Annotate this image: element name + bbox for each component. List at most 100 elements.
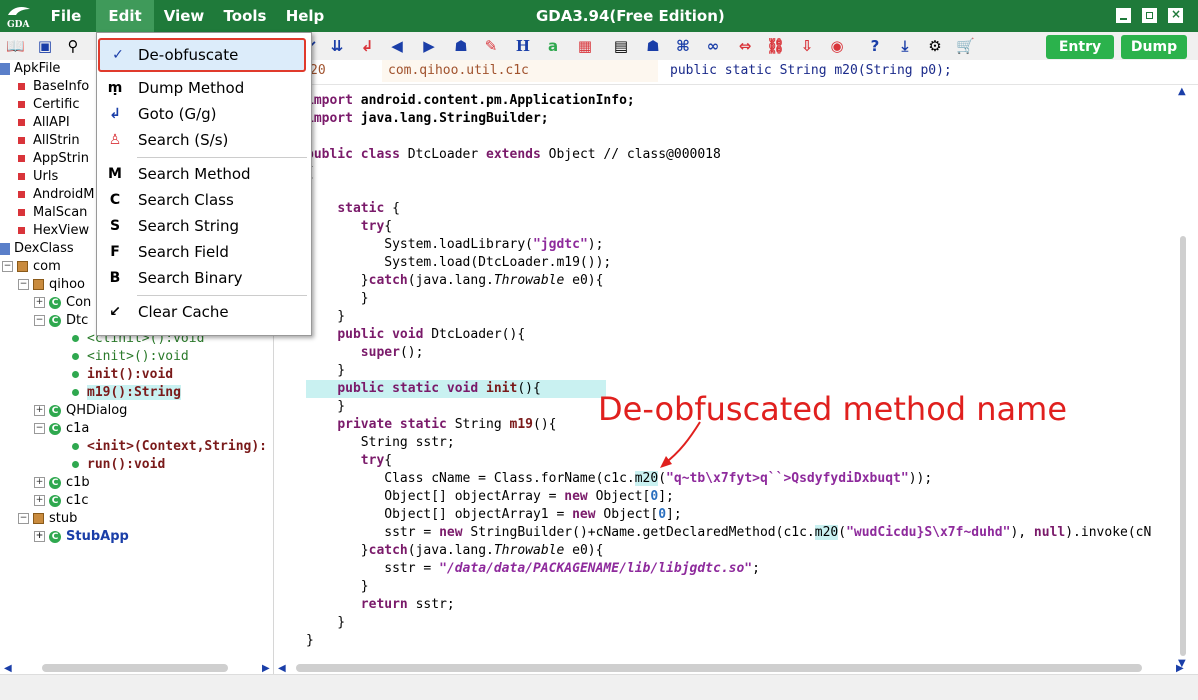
menu-item-deobfuscate[interactable]: ✓ De-obfuscate xyxy=(98,38,306,72)
code-line-highlighted: public static void init(){ xyxy=(306,380,606,398)
code-line: public class DtcLoader extends Object //… xyxy=(306,147,721,162)
book-icon[interactable]: 📖 xyxy=(6,37,25,55)
menu-item-search-field[interactable]: F Search Field xyxy=(97,240,309,264)
link-icon[interactable]: ∞ xyxy=(704,37,722,55)
code-editor[interactable]: 20 com.qihoo.util.c1c public static Stri… xyxy=(274,60,1198,674)
expand-icon[interactable]: + xyxy=(34,477,45,488)
tree-item-class[interactable]: − C Dtc xyxy=(34,312,88,330)
menu-item-search[interactable]: ♙ Search (S/s) xyxy=(97,128,309,152)
vertical-scrollbar[interactable]: ▲ ▼ xyxy=(1178,86,1188,672)
tree-horizontal-scroll-thumb[interactable] xyxy=(42,664,228,672)
menu-item-search-method[interactable]: M Search Method xyxy=(97,162,309,186)
tree-item-urls[interactable]: Urls xyxy=(18,168,58,186)
xref-icon[interactable]: ✎ xyxy=(482,37,500,55)
tree-item-stub[interactable]: − stub xyxy=(18,510,77,528)
android-icon[interactable]: ☗ xyxy=(452,37,470,55)
tree-scroll-left-icon[interactable]: ◀ xyxy=(4,663,12,675)
menu-file[interactable]: File xyxy=(38,0,94,32)
forward-icon[interactable]: ▶ xyxy=(420,37,438,55)
tree-item-hexview[interactable]: HexView xyxy=(18,222,89,240)
collapse-icon[interactable]: − xyxy=(18,513,29,524)
tree-item-com[interactable]: − com xyxy=(2,258,61,276)
tree-method-selected[interactable]: m19():String xyxy=(72,384,181,402)
tree-item-appstrings[interactable]: AppStrin xyxy=(18,150,89,168)
command-icon[interactable]: ⌘ xyxy=(674,37,692,55)
android-bot-icon[interactable]: ☗ xyxy=(644,37,662,55)
bullet-icon xyxy=(18,227,25,234)
tree-item-apkfile[interactable]: ApkFile xyxy=(0,60,60,78)
help-icon[interactable]: ? xyxy=(866,37,884,55)
expand-icon[interactable]: + xyxy=(34,531,45,542)
maximize-button[interactable] xyxy=(1142,8,1157,23)
menu-view[interactable]: View xyxy=(156,0,212,32)
tree-item-allapi[interactable]: AllAPI xyxy=(18,114,70,132)
menu-item-clear-cache[interactable]: ↙ Clear Cache xyxy=(97,300,309,324)
cart-icon[interactable]: 🛒 xyxy=(956,37,975,55)
window-title: GDA3.94(Free Edition) xyxy=(536,7,725,25)
menu-separator xyxy=(137,295,307,296)
save-icon[interactable]: ▣ xyxy=(36,37,54,55)
menu-edit[interactable]: Edit xyxy=(96,0,154,32)
menu-item-search-binary[interactable]: B Search Binary xyxy=(97,266,309,290)
string-icon[interactable]: a xyxy=(544,37,562,55)
menu-item-goto[interactable]: ↲ Goto (G/g) xyxy=(97,102,309,126)
tree-item-dexclass[interactable]: DexClass xyxy=(0,240,74,258)
goto-icon[interactable]: ↲ xyxy=(358,37,376,55)
collapse-icon[interactable]: − xyxy=(34,423,45,434)
header-index: 20 xyxy=(310,63,326,78)
dump-button[interactable]: Dump xyxy=(1121,35,1187,59)
menu-tools[interactable]: Tools xyxy=(214,0,276,32)
xml-icon[interactable]: ▤ xyxy=(612,37,630,55)
tree-item-certificate[interactable]: Certific xyxy=(18,96,79,114)
code-line: } xyxy=(306,615,346,630)
tree-item-androidmanifest[interactable]: AndroidM xyxy=(18,186,94,204)
tree-item-malscan[interactable]: MalScan xyxy=(18,204,87,222)
tree-item-class[interactable]: + Cc1c xyxy=(34,492,89,510)
code-line: } xyxy=(306,291,369,306)
scroll-up-icon[interactable]: ▲ xyxy=(1178,86,1186,98)
swap-icon[interactable]: ⇔ xyxy=(736,37,754,55)
fingerprint-icon[interactable]: ◉ xyxy=(828,37,846,55)
code-line: } xyxy=(306,363,346,378)
collapse-icon[interactable]: − xyxy=(18,279,29,290)
menu-item-search-string[interactable]: S Search String xyxy=(97,214,309,238)
editor-scroll-left-icon[interactable]: ◀ xyxy=(278,663,286,675)
close-button[interactable]: × xyxy=(1168,7,1183,23)
tree-item-class[interactable]: − Cc1a xyxy=(34,420,89,438)
expand-icon[interactable]: + xyxy=(34,405,45,416)
tree-item-class[interactable]: + C StubApp xyxy=(34,528,129,546)
tree-scroll-right-icon[interactable]: ▶ xyxy=(262,663,270,675)
collapse-icon[interactable]: − xyxy=(2,261,13,272)
tree-method[interactable]: <init>(Context,String): xyxy=(72,438,267,456)
tree-method[interactable]: init():void xyxy=(72,366,173,384)
tree-item-baseinfo[interactable]: BaseInfo xyxy=(18,78,89,96)
dump-red-icon[interactable]: ⇩ xyxy=(798,37,816,55)
tree-method[interactable]: <init>():void xyxy=(72,348,189,366)
tree-item-class[interactable]: + C QHDialog xyxy=(34,402,127,420)
tree-item-qihoo[interactable]: − qihoo xyxy=(18,276,85,294)
dump-down-icon[interactable]: ⇊ xyxy=(328,37,346,55)
grid-icon[interactable]: ▦ xyxy=(576,37,594,55)
hex-icon[interactable]: H xyxy=(514,37,532,55)
tools-icon[interactable]: ⚙ xyxy=(926,37,944,55)
back-icon[interactable]: ◀ xyxy=(388,37,406,55)
collapse-icon[interactable]: − xyxy=(34,315,45,326)
tree-item-class[interactable]: + C Con xyxy=(34,294,91,312)
minimize-button[interactable] xyxy=(1116,8,1131,23)
tree-item-class[interactable]: + Cc1b xyxy=(34,474,90,492)
menu-help[interactable]: Help xyxy=(278,0,332,32)
editor-scroll-right-icon[interactable]: ▶ xyxy=(1176,663,1184,675)
tree-method[interactable]: run():void xyxy=(72,456,165,474)
expand-icon[interactable]: + xyxy=(34,495,45,506)
menu-item-dump-method[interactable]: ṃ Dump Method xyxy=(97,76,309,100)
menu-item-search-class[interactable]: C Search Class xyxy=(97,188,309,212)
method-icon xyxy=(72,461,79,468)
info-icon[interactable]: ⚲ xyxy=(64,37,82,55)
chain-icon[interactable]: ⛓ xyxy=(766,37,785,55)
vertical-scroll-thumb[interactable] xyxy=(1180,236,1186,656)
tree-item-allstrings[interactable]: AllStrin xyxy=(18,132,80,150)
entry-button[interactable]: Entry xyxy=(1046,35,1114,59)
expand-icon[interactable]: + xyxy=(34,297,45,308)
editor-horizontal-scroll-thumb[interactable] xyxy=(296,664,1142,672)
download-icon[interactable]: ⤓ xyxy=(896,37,914,55)
